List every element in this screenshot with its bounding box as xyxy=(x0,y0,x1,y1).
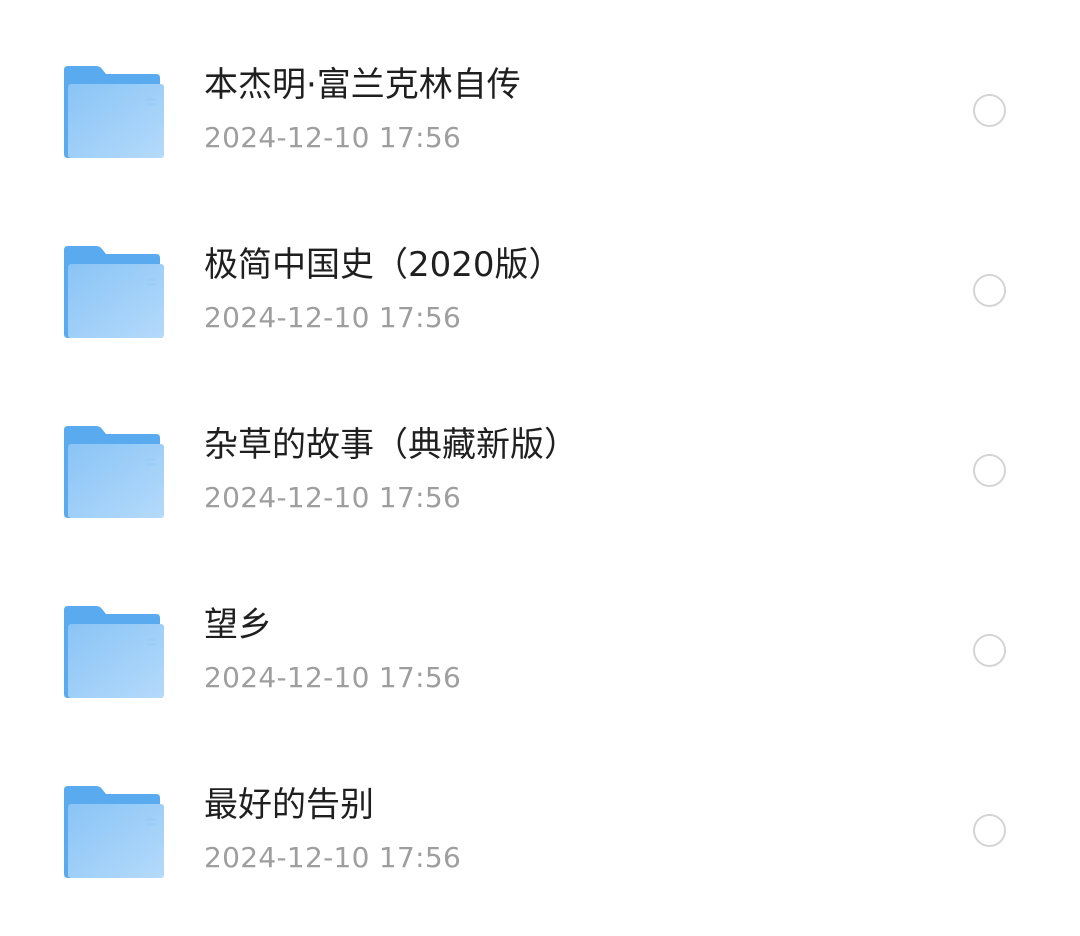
item-name: 极简中国史（2020版） xyxy=(204,245,563,285)
list-item[interactable]: 望乡 2024-12-10 17:56 xyxy=(0,540,1080,720)
folder-icon xyxy=(62,424,164,520)
select-radio[interactable] xyxy=(973,274,1006,307)
item-date: 2024-12-10 17:56 xyxy=(204,121,462,154)
select-radio[interactable] xyxy=(973,454,1006,487)
folder-icon xyxy=(62,244,164,340)
select-radio[interactable] xyxy=(973,634,1006,667)
list-item[interactable]: 极简中国史（2020版） 2024-12-10 17:56 xyxy=(0,180,1080,360)
item-name: 本杰明·富兰克林自传 xyxy=(204,65,521,105)
item-date: 2024-12-10 17:56 xyxy=(204,301,462,334)
folder-icon xyxy=(62,64,164,160)
folder-icon xyxy=(62,784,164,880)
list-item[interactable]: 本杰明·富兰克林自传 2024-12-10 17:56 xyxy=(0,0,1080,180)
item-date: 2024-12-10 17:56 xyxy=(204,481,462,514)
item-name: 杂草的故事（典藏新版） xyxy=(204,425,578,465)
item-name: 望乡 xyxy=(204,605,272,645)
item-name: 最好的告别 xyxy=(204,785,374,825)
file-list: 本杰明·富兰克林自传 2024-12-10 17:56 极简中国史（2020版）… xyxy=(0,0,1080,936)
select-radio[interactable] xyxy=(973,94,1006,127)
select-radio[interactable] xyxy=(973,814,1006,847)
item-date: 2024-12-10 17:56 xyxy=(204,841,462,874)
folder-icon xyxy=(62,604,164,700)
list-item[interactable]: 最好的告别 2024-12-10 17:56 xyxy=(0,720,1080,900)
item-date: 2024-12-10 17:56 xyxy=(204,661,462,694)
list-item[interactable]: 杂草的故事（典藏新版） 2024-12-10 17:56 xyxy=(0,360,1080,540)
